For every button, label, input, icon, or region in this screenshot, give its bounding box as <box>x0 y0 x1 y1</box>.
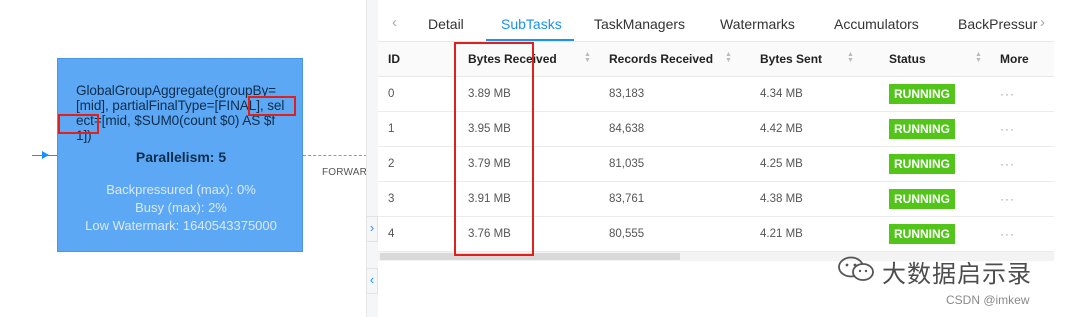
cell-id: 4 <box>378 216 458 252</box>
watermark-text: 大数据启示录 <box>882 260 1032 288</box>
column-header-status[interactable]: Status ▲ ▼ <box>879 42 990 77</box>
busy-max: Busy (max): 2% <box>135 200 227 215</box>
status-badge: RUNNING <box>889 83 955 104</box>
tab-backpressure[interactable]: BackPressure <box>958 16 1038 32</box>
input-edge-arrow-icon <box>42 151 49 159</box>
cell-bytes-sent: 4.34 MB <box>750 76 879 112</box>
operator-parallelism: Parallelism: 5 <box>135 149 227 165</box>
cell-id: 2 <box>378 146 458 182</box>
status-badge: RUNNING <box>889 223 955 244</box>
cell-records-received: 84,638 <box>599 111 750 147</box>
csdn-watermark: CSDN @imkew <box>946 293 1030 307</box>
tab-taskmanagers[interactable]: TaskManagers <box>594 16 685 32</box>
more-actions-button[interactable]: ··· <box>1000 192 1015 206</box>
annotation-box-bytes-received <box>454 42 534 256</box>
expand-graph-handle[interactable]: › <box>366 216 378 242</box>
cell-bytes-sent: 4.21 MB <box>750 216 879 252</box>
status-badge: RUNNING <box>889 153 955 174</box>
sort-icon[interactable]: ▲ ▼ <box>847 51 854 64</box>
detail-tabs: ‹ Detail SubTasks TaskManagers Watermark… <box>378 8 1054 42</box>
cell-id: 3 <box>378 181 458 217</box>
cell-bytes-sent: 4.25 MB <box>750 146 879 182</box>
column-header-bytes-sent[interactable]: Bytes Sent ▲ ▼ <box>750 42 879 77</box>
collapse-detail-handle[interactable]: ‹ <box>366 268 378 294</box>
output-edge <box>303 155 367 156</box>
sort-icon[interactable]: ▲ ▼ <box>975 51 982 64</box>
tab-detail[interactable]: Detail <box>428 16 464 32</box>
more-actions-button[interactable]: ··· <box>1000 87 1015 101</box>
status-badge: RUNNING <box>889 188 955 209</box>
more-actions-button[interactable]: ··· <box>1000 122 1015 136</box>
cell-records-received: 81,035 <box>599 146 750 182</box>
cell-bytes-sent: 4.38 MB <box>750 181 879 217</box>
annotation-box-fin <box>248 96 296 116</box>
wechat-watermark: 大数据启示录 <box>836 252 1066 288</box>
sort-icon[interactable]: ▲ ▼ <box>584 51 591 64</box>
operator-node[interactable]: GlobalGroupAggregate(groupBy=[mid], part… <box>57 58 303 252</box>
active-tab-indicator <box>486 39 574 41</box>
cell-id: 0 <box>378 76 458 112</box>
cell-records-received: 83,761 <box>599 181 750 217</box>
column-header-id: ID <box>378 42 458 77</box>
job-graph-canvas[interactable]: GlobalGroupAggregate(groupBy=[mid], part… <box>0 0 374 317</box>
more-actions-button[interactable]: ··· <box>1000 157 1015 171</box>
low-watermark: Low Watermark: 1640543375000 <box>85 218 277 233</box>
tab-scroll-right-icon[interactable]: › <box>1040 14 1045 31</box>
backpressured-max: Backpressured (max): 0% <box>106 182 256 197</box>
sort-icon[interactable]: ▲ ▼ <box>725 51 732 64</box>
tab-scroll-left-icon[interactable]: ‹ <box>392 14 397 31</box>
cell-records-received: 83,183 <box>599 76 750 112</box>
tab-subtasks[interactable]: SubTasks <box>501 16 562 32</box>
cell-id: 1 <box>378 111 458 147</box>
cell-records-received: 80,555 <box>599 216 750 252</box>
cell-bytes-sent: 4.42 MB <box>750 111 879 147</box>
annotation-box-al <box>58 114 99 134</box>
tab-watermarks[interactable]: Watermarks <box>720 16 795 32</box>
more-actions-button[interactable]: ··· <box>1000 227 1015 241</box>
column-header-more: More <box>990 42 1054 77</box>
status-badge: RUNNING <box>889 118 955 139</box>
tab-accumulators[interactable]: Accumulators <box>834 16 919 32</box>
column-header-records-received[interactable]: Records Received ▲ ▼ <box>599 42 750 77</box>
wechat-icon <box>838 256 874 281</box>
